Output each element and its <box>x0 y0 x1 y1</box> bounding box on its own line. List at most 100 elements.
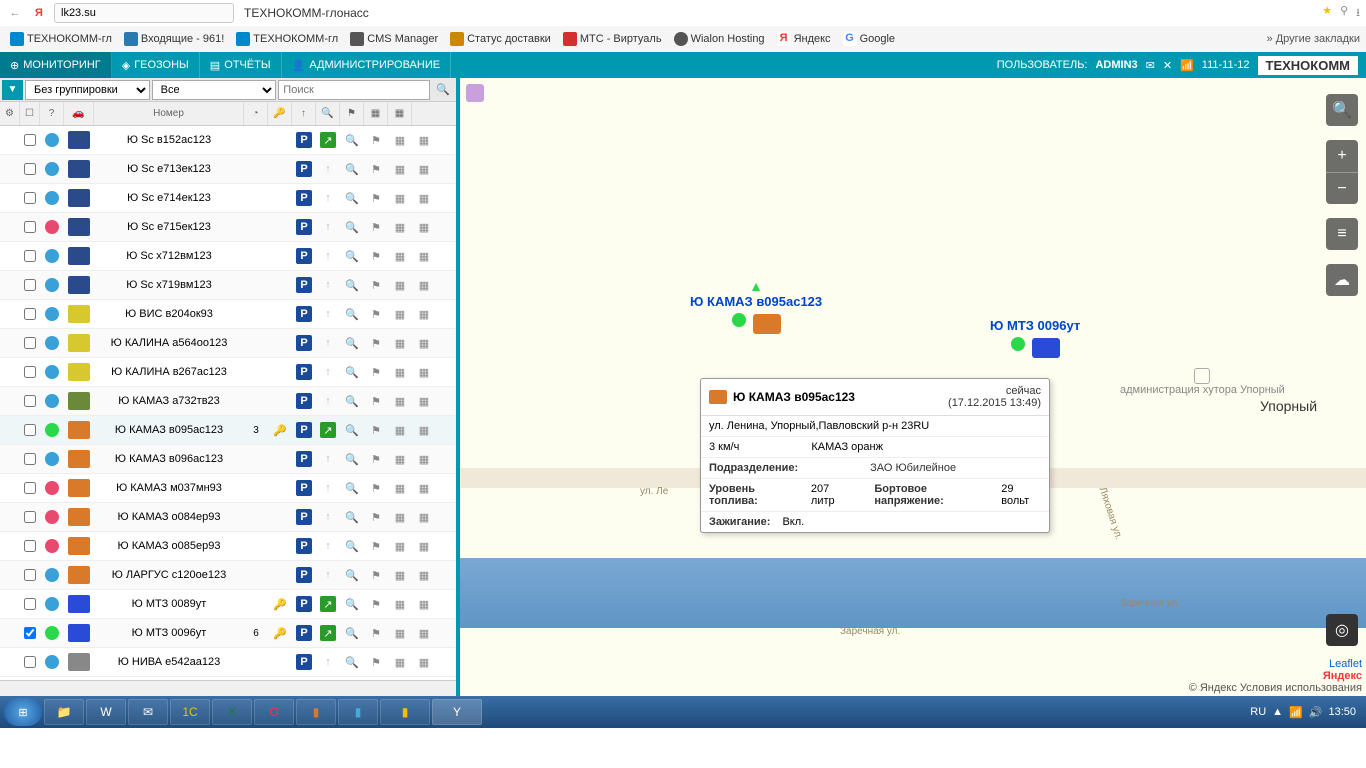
row-checkbox[interactable] <box>24 656 36 668</box>
bookmark-item[interactable]: GGoogle <box>839 30 899 48</box>
park-icon[interactable]: P <box>296 132 312 148</box>
cal-icon[interactable]: ▦ <box>392 625 408 641</box>
map-locate-control[interactable]: ◎ <box>1326 614 1358 646</box>
tray-network-icon[interactable]: 📶 <box>1289 706 1303 719</box>
all-select[interactable]: Все <box>152 80 277 100</box>
cal2-icon[interactable]: ▦ <box>416 422 432 438</box>
park-icon[interactable]: P <box>296 538 312 554</box>
table-row[interactable]: Ю Sc е713ек123P↑🔍⚑▦▦ <box>0 155 456 184</box>
nav-reports[interactable]: ▤ОТЧЁТЫ <box>200 52 282 78</box>
cal2-icon[interactable]: ▦ <box>416 480 432 496</box>
tb-outlook[interactable]: ✉ <box>128 699 168 725</box>
flag-icon[interactable]: ⚑ <box>368 219 384 235</box>
cal-icon[interactable]: ▦ <box>392 161 408 177</box>
weather-icon[interactable]: ☁ <box>1326 264 1358 296</box>
park-icon[interactable]: P <box>296 190 312 206</box>
flag-icon[interactable]: ⚑ <box>368 654 384 670</box>
cal2-icon[interactable]: ▦ <box>416 161 432 177</box>
cal-icon[interactable]: ▦ <box>392 596 408 612</box>
tb-excel[interactable]: X <box>212 699 252 725</box>
table-row[interactable]: Ю КАЛИНА в267ас123P↑🔍⚑▦▦ <box>0 358 456 387</box>
park-icon[interactable]: P <box>296 625 312 641</box>
flag-icon[interactable]: ⚑ <box>368 451 384 467</box>
h-scrollbar[interactable] <box>0 680 456 696</box>
flag-icon[interactable]: ⚑ <box>368 277 384 293</box>
nav-monitoring[interactable]: ⊕МОНИТОРИНГ <box>0 52 112 78</box>
row-checkbox[interactable] <box>24 163 36 175</box>
bookmark-item[interactable]: ТЕХНОКОММ-гл <box>232 30 342 48</box>
download-icon[interactable]: ⭳ <box>1356 4 1360 23</box>
row-checkbox[interactable] <box>24 598 36 610</box>
find-icon[interactable]: 🔍 <box>344 132 360 148</box>
park-icon[interactable]: P <box>296 451 312 467</box>
nav-geozones[interactable]: ◈ГЕОЗОНЫ <box>112 52 200 78</box>
find-icon[interactable]: 🔍 <box>344 480 360 496</box>
tray-flag-icon[interactable]: ▲ <box>1272 706 1283 718</box>
name-col[interactable]: Номер <box>94 102 244 125</box>
cal-icon[interactable]: ▦ <box>392 393 408 409</box>
cal2-icon[interactable]: ▦ <box>416 364 432 380</box>
table-row[interactable]: Ю Sc в152ас123P↗🔍⚑▦▦ <box>0 126 456 155</box>
park-icon[interactable]: P <box>296 509 312 525</box>
park-icon[interactable]: P <box>296 480 312 496</box>
locate-icon[interactable]: ◎ <box>1326 614 1358 646</box>
table-row[interactable]: Ю КАМАЗ в095ас1233🔑P↗🔍⚑▦▦ <box>0 416 456 445</box>
row-checkbox[interactable] <box>24 424 36 436</box>
table-row[interactable]: Ю КАЛИНА а564оо123P↑🔍⚑▦▦ <box>0 329 456 358</box>
flag-icon[interactable]: ⚑ <box>368 306 384 322</box>
row-checkbox[interactable] <box>24 221 36 233</box>
flag-icon[interactable]: ⚑ <box>368 132 384 148</box>
tb-app3[interactable]: ▮ <box>380 699 430 725</box>
yandex-icon[interactable]: Я <box>30 4 48 22</box>
flag-icon[interactable]: ⚑ <box>368 538 384 554</box>
row-checkbox[interactable] <box>24 279 36 291</box>
find-icon[interactable]: 🔍 <box>344 509 360 525</box>
table-row[interactable]: Ю НИВА е542аа123P↑🔍⚑▦▦ <box>0 648 456 677</box>
flag-icon[interactable]: ⚑ <box>368 625 384 641</box>
map-unit-mtz[interactable]: Ю МТЗ 0096ут <box>990 318 1080 358</box>
row-checkbox[interactable] <box>24 366 36 378</box>
cal2-icon[interactable]: ▦ <box>416 190 432 206</box>
cal2-icon[interactable]: ▦ <box>416 219 432 235</box>
map-search-control[interactable]: 🔍 <box>1326 94 1358 126</box>
find-icon[interactable]: 🔍 <box>344 335 360 351</box>
row-checkbox[interactable] <box>24 134 36 146</box>
tb-1c[interactable]: 1C <box>170 699 210 725</box>
layers-toggle-icon[interactable] <box>466 84 484 102</box>
cal2-icon[interactable]: ▦ <box>416 567 432 583</box>
cal-icon[interactable]: ▦ <box>392 509 408 525</box>
bookmark-item[interactable]: МТС - Виртуаль <box>559 30 666 48</box>
tb-word[interactable]: W <box>86 699 126 725</box>
cal2-icon[interactable]: ▦ <box>416 132 432 148</box>
table-row[interactable]: Ю МТЗ 0096ут6🔑P↗🔍⚑▦▦ <box>0 619 456 648</box>
flag-icon[interactable]: ⚑ <box>368 567 384 583</box>
map-unit-kamaz[interactable]: ▲ Ю КАМАЗ в095ас123 <box>690 278 822 334</box>
cal-icon[interactable]: ▦ <box>392 451 408 467</box>
map-weather-control[interactable]: ☁ <box>1326 264 1358 296</box>
park-icon[interactable]: P <box>296 335 312 351</box>
flag-icon[interactable]: ⚑ <box>368 480 384 496</box>
row-checkbox[interactable] <box>24 250 36 262</box>
mail-icon[interactable]: ✉ <box>1146 59 1155 72</box>
flag-icon[interactable]: ⚑ <box>368 335 384 351</box>
table-row[interactable]: Ю Sc е714ек123P↑🔍⚑▦▦ <box>0 184 456 213</box>
cal-icon[interactable]: ▦ <box>392 190 408 206</box>
find-icon[interactable]: 🔍 <box>344 393 360 409</box>
row-checkbox[interactable] <box>24 337 36 349</box>
zoom-in-icon[interactable]: + <box>1326 140 1358 172</box>
find-icon[interactable]: 🔍 <box>344 422 360 438</box>
tray-clock[interactable]: 13:50 <box>1328 706 1356 718</box>
find-icon[interactable]: 🔍 <box>344 451 360 467</box>
map-search-icon[interactable]: 🔍 <box>1326 94 1358 126</box>
start-button[interactable]: ⊞ <box>4 698 42 726</box>
cal2-icon[interactable]: ▦ <box>416 654 432 670</box>
table-row[interactable]: Ю КАМАЗ м037мн93P↑🔍⚑▦▦ <box>0 474 456 503</box>
flag-icon[interactable]: ⚑ <box>368 393 384 409</box>
settings-icon[interactable]: ⚙ <box>0 102 20 125</box>
tray-sound-icon[interactable]: 🔊 <box>1309 706 1323 719</box>
cal-icon[interactable]: ▦ <box>392 132 408 148</box>
row-checkbox[interactable] <box>24 482 36 494</box>
bookmark-item[interactable]: Статус доставки <box>446 30 555 48</box>
row-checkbox[interactable] <box>24 192 36 204</box>
find-icon[interactable]: 🔍 <box>344 219 360 235</box>
